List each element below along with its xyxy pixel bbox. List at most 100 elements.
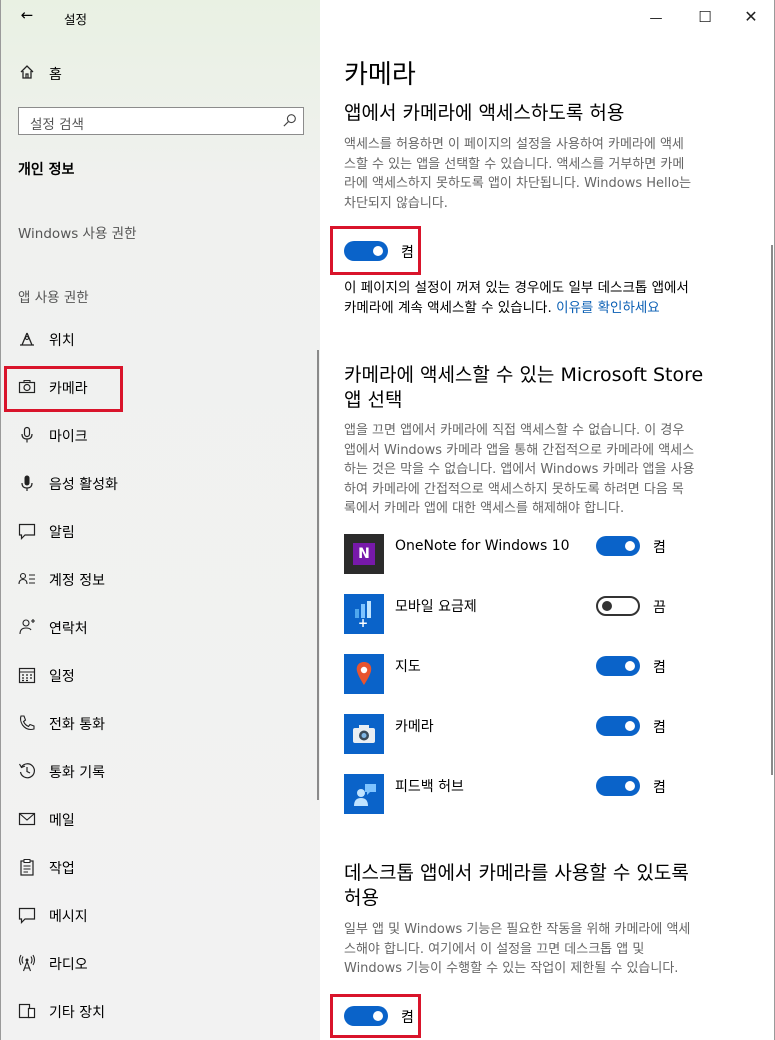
calendar-icon xyxy=(18,667,36,684)
maximize-icon: ☐ xyxy=(698,8,712,26)
home-nav-item[interactable]: 홈 xyxy=(1,54,321,92)
sidebar-item-label: 메시지 xyxy=(49,909,88,925)
app-permissions-label: 앱 사용 권한 xyxy=(18,290,89,306)
heading-line: 카메라에 액세스할 수 있는 Microsoft Store xyxy=(344,364,704,386)
sidebar-item-label: 일정 xyxy=(49,669,75,685)
desc-line: 라에 액세스하지 못하도록 앱이 차단됩니다. Windows Hello는 xyxy=(344,176,692,191)
radio-icon xyxy=(18,954,36,972)
section1-note: 이 페이지의 설정이 꺼져 있는 경우에도 일부 데스크톱 앱에서 카메라에 계… xyxy=(344,278,754,318)
sidebar-item-call-history[interactable]: 통화 기록 xyxy=(1,750,321,794)
app-toggle-feedback-hub[interactable] xyxy=(596,776,640,796)
app-row-feedback-hub: 피드백 허브 켬 xyxy=(344,774,754,818)
desc-line: 하여 카메라에 간접적으로 액세스하지 못하도록 하려면 다음 목 xyxy=(344,481,684,497)
sidebar-item-other-devices[interactable]: 기타 장치 xyxy=(1,990,321,1034)
sidebar-item-messaging[interactable]: 메시지 xyxy=(1,894,321,938)
call-history-icon xyxy=(19,763,35,779)
desc-line: 일부 앱 및 Windows 기능은 필요한 작동을 위해 카메라에 액세 xyxy=(344,922,691,937)
app-name: OneNote for Windows 10 xyxy=(395,538,570,554)
close-icon: ✕ xyxy=(744,7,758,26)
window-title: 설정 xyxy=(64,12,88,27)
heading-line: 데스크톱 앱에서 카메라를 사용할 수 있도록 xyxy=(344,862,689,884)
sidebar-item-location[interactable]: 위치 xyxy=(1,318,321,362)
sidebar: ← 설정 홈 설정 검색 개인 정보 Windows 사용 권한 앱 사용 권한… xyxy=(0,0,320,1040)
sidebar-item-tasks[interactable]: 작업 xyxy=(1,846,321,890)
app-name: 카메라 xyxy=(395,719,434,735)
account-info-icon xyxy=(18,572,35,585)
desc-line: 앱을 끄면 앱에서 카메라에 직접 액세스할 수 없습니다. 이 경우 xyxy=(344,423,685,438)
app-name: 모바일 요금제 xyxy=(395,599,477,615)
sidebar-scrollbar[interactable] xyxy=(317,350,319,800)
sidebar-item-account-info[interactable]: 계정 정보 xyxy=(1,558,321,602)
sidebar-item-label: 계정 정보 xyxy=(49,573,105,589)
microphone-icon xyxy=(21,426,33,443)
back-arrow-icon: ← xyxy=(20,6,34,24)
phone-icon xyxy=(19,715,35,731)
mobile-plans-icon: + xyxy=(344,594,384,634)
section1-heading: 앱에서 카메라에 액세스하도록 허용 xyxy=(344,102,625,124)
maximize-button[interactable]: ☐ xyxy=(682,0,728,34)
app-row-onenote: N OneNote for Windows 10 켬 xyxy=(344,534,754,578)
map-pin-glyph xyxy=(356,662,372,685)
voice-icon xyxy=(21,475,33,491)
sidebar-item-contacts[interactable]: 연락처 xyxy=(1,606,321,650)
page-title: 카메라 xyxy=(344,60,416,90)
section3-description: 일부 앱 및 Windows 기능은 필요한 작동을 위해 카메라에 액세 스해… xyxy=(344,920,754,979)
mail-icon xyxy=(18,812,36,826)
app-toggle-onenote[interactable] xyxy=(596,536,640,556)
section2-description: 앱을 끄면 앱에서 카메라에 직접 액세스할 수 없습니다. 이 경우 앱에서 … xyxy=(344,421,754,519)
minimize-icon: — xyxy=(649,11,663,26)
sidebar-item-label: 작업 xyxy=(49,861,75,877)
settings-search-box[interactable]: 설정 검색 xyxy=(18,107,304,135)
close-button[interactable]: ✕ xyxy=(728,0,774,34)
note-line: 이 페이지의 설정이 꺼져 있는 경우에도 일부 데스크톱 앱에서 xyxy=(344,280,689,296)
app-toggle-camera[interactable] xyxy=(596,716,640,736)
note-line2-wrap: 카메라에 계속 액세스할 수 있습니다. 이유를 확인하세요 xyxy=(344,298,754,318)
sidebar-item-radios[interactable]: 라디오 xyxy=(1,942,321,986)
desc-line: 하는 것은 막을 수 없습니다. 앱에서 Windows 카메라 앱을 사용 xyxy=(344,462,695,477)
sidebar-item-label: 기타 장치 xyxy=(49,1005,105,1021)
sidebar-item-label: 마이크 xyxy=(49,429,88,445)
desc-line: Windows 기능이 수행할 수 있는 작업이 제한될 수 있습니다. xyxy=(344,961,679,976)
heading-line: 앱 선택 xyxy=(344,389,403,411)
app-toggle-mobile-plans[interactable] xyxy=(596,596,640,616)
learn-why-link[interactable]: 이유를 확인하세요 xyxy=(556,300,660,316)
main-content: — ☐ ✕ 카메라 앱에서 카메라에 액세스하도록 허용 액세스를 허용하면 이… xyxy=(320,0,775,1040)
sidebar-item-label: 라디오 xyxy=(49,957,88,973)
heading-line: 허용 xyxy=(344,887,379,909)
sidebar-item-label: 전화 통화 xyxy=(49,717,105,733)
onenote-icon: N xyxy=(344,534,384,574)
sidebar-item-label: 위치 xyxy=(49,333,75,349)
home-label: 홈 xyxy=(49,67,62,83)
sidebar-item-voice-activation[interactable]: 음성 활성화 xyxy=(1,462,321,506)
search-icon[interactable] xyxy=(282,113,297,128)
back-button[interactable]: ← xyxy=(15,6,39,24)
desktop-apps-camera-toggle[interactable] xyxy=(344,1006,388,1026)
feedback-hub-icon xyxy=(344,774,384,814)
app-toggle-maps[interactable] xyxy=(596,656,640,676)
tasks-icon xyxy=(20,859,34,876)
app-name: 지도 xyxy=(395,659,421,675)
desc-line: 액세스를 허용하면 이 페이지의 설정을 사용하여 카메라에 액세 xyxy=(344,137,684,152)
app-toggle-state: 켬 xyxy=(653,540,666,556)
camera-access-toggle-state: 켬 xyxy=(401,245,414,261)
camera-access-toggle[interactable] xyxy=(344,241,388,261)
note-line: 카메라에 계속 액세스할 수 있습니다. xyxy=(344,300,552,316)
desktop-apps-toggle-state: 켬 xyxy=(401,1010,414,1026)
maps-icon xyxy=(344,654,384,694)
sidebar-item-notifications[interactable]: 알림 xyxy=(1,510,321,554)
app-toggle-state: 켬 xyxy=(653,780,666,796)
sidebar-item-mail[interactable]: 메일 xyxy=(1,798,321,842)
sidebar-item-phone-calls[interactable]: 전화 통화 xyxy=(1,702,321,746)
desc-line: 차단되지 않습니다. xyxy=(344,195,448,211)
section3-heading: 데스크톱 앱에서 카메라를 사용할 수 있도록 허용 xyxy=(344,861,689,911)
notification-icon xyxy=(18,523,36,540)
sidebar-item-calendar[interactable]: 일정 xyxy=(1,654,321,698)
minimize-button[interactable]: — xyxy=(633,0,679,34)
main-scrollbar[interactable] xyxy=(771,245,773,775)
home-icon xyxy=(20,65,34,79)
sidebar-item-microphone[interactable]: 마이크 xyxy=(1,414,321,458)
privacy-section-title: 개인 정보 xyxy=(18,162,75,178)
app-row-maps: 지도 켬 xyxy=(344,654,754,698)
section1-description: 액세스를 허용하면 이 페이지의 설정을 사용하여 카메라에 액세 스할 수 있… xyxy=(344,135,744,213)
sidebar-item-label: 연락처 xyxy=(49,621,88,637)
